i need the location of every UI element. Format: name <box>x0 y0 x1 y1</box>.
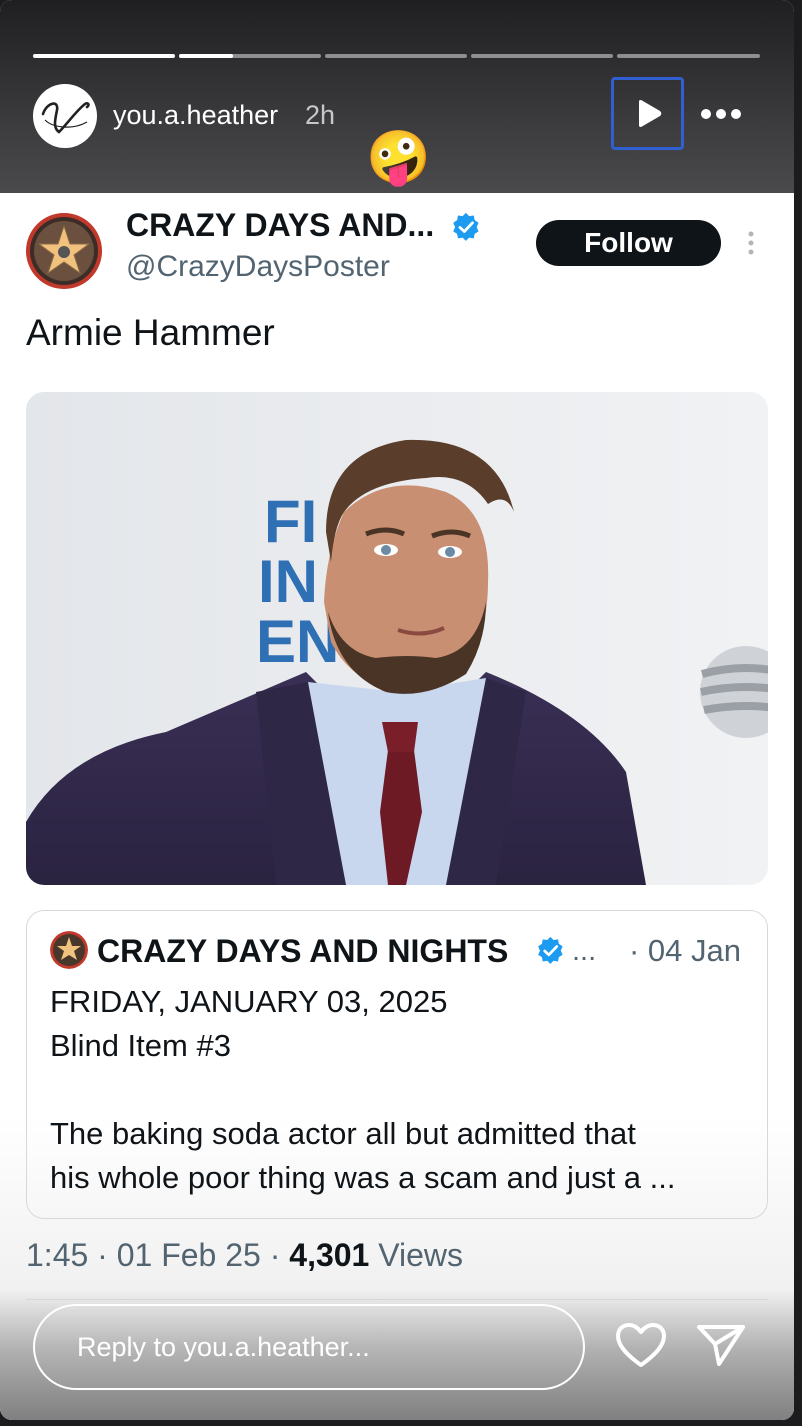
tweet-handle[interactable]: @CrazyDaysPoster <box>126 250 390 284</box>
tweet-text: Armie Hammer <box>26 312 275 353</box>
follow-button[interactable]: Follow <box>536 220 721 266</box>
progress-segment-2 <box>179 54 321 58</box>
story-time-ago: 2h <box>305 100 336 130</box>
story-frame: you.a.heather 2h 🤪 CRAZY DAYS AND... @Cr… <box>0 0 794 1420</box>
send-button[interactable] <box>695 1322 747 1368</box>
progress-segment-1 <box>33 54 175 58</box>
svg-text:IN: IN <box>258 548 318 615</box>
portrait-photo: FI IN EN <box>26 392 768 885</box>
svg-text:FI: FI <box>264 488 317 555</box>
verified-badge-icon <box>536 936 565 965</box>
progress-segment-4 <box>471 54 613 58</box>
vertical-dots-icon <box>748 231 754 255</box>
progress-fill <box>179 54 233 58</box>
quoted-text-line: FRIDAY, JANUARY 03, 2025 <box>50 984 448 1019</box>
reply-placeholder: Reply to you.a.heather... <box>77 1332 370 1362</box>
progress-segment-5 <box>617 54 760 58</box>
quoted-text-line: The baking soda actor all but admitted t… <box>50 1116 636 1151</box>
divider <box>26 1299 768 1300</box>
story-avatar[interactable] <box>33 84 97 148</box>
progress-segment-3 <box>325 54 467 58</box>
quoted-account-name: CRAZY DAYS AND NIGHTS <box>97 933 509 969</box>
quoted-handle-truncated: ... <box>572 935 597 967</box>
quoted-text-line: Blind Item #3 <box>50 1028 231 1063</box>
hollywood-star-logo-icon <box>26 213 102 289</box>
hollywood-star-logo-icon <box>50 931 88 969</box>
views-count: 4,301 <box>289 1237 370 1273</box>
more-icon <box>701 109 741 119</box>
tweet-photo[interactable]: FI IN EN <box>26 392 768 885</box>
tweet-timestamp: 1:45 · 01 Feb 25 · <box>26 1237 290 1273</box>
tweet-more-button[interactable] <box>744 228 758 258</box>
quoted-date: · 04 Jan <box>628 933 741 968</box>
play-button[interactable] <box>611 77 684 150</box>
heart-icon <box>616 1323 666 1367</box>
views-label: Views <box>369 1237 464 1273</box>
script-v-monogram-icon <box>34 85 96 147</box>
quoted-tweet-card[interactable]: CRAZY DAYS AND NIGHTS ... · 04 Jan FRIDA… <box>26 910 768 1219</box>
zany-face-sticker: 🤪 <box>366 129 431 187</box>
quoted-profile-picture <box>50 931 88 969</box>
tweet-meta: 1:45 · 01 Feb 25 · 4,301 Views <box>26 1237 463 1274</box>
like-button[interactable] <box>614 1322 668 1370</box>
story-username[interactable]: you.a.heather <box>113 100 278 131</box>
progress-fill <box>33 54 175 58</box>
tweet-account-name[interactable]: CRAZY DAYS AND... <box>126 207 434 244</box>
send-icon <box>697 1325 745 1366</box>
more-options-button[interactable] <box>696 99 746 129</box>
quoted-text-line: his whole poor thing was a scam and just… <box>50 1160 676 1195</box>
verified-badge-icon <box>451 212 481 242</box>
play-icon <box>639 100 662 127</box>
reply-input[interactable]: Reply to you.a.heather... <box>33 1304 585 1390</box>
tweet-profile-picture[interactable] <box>25 212 103 290</box>
